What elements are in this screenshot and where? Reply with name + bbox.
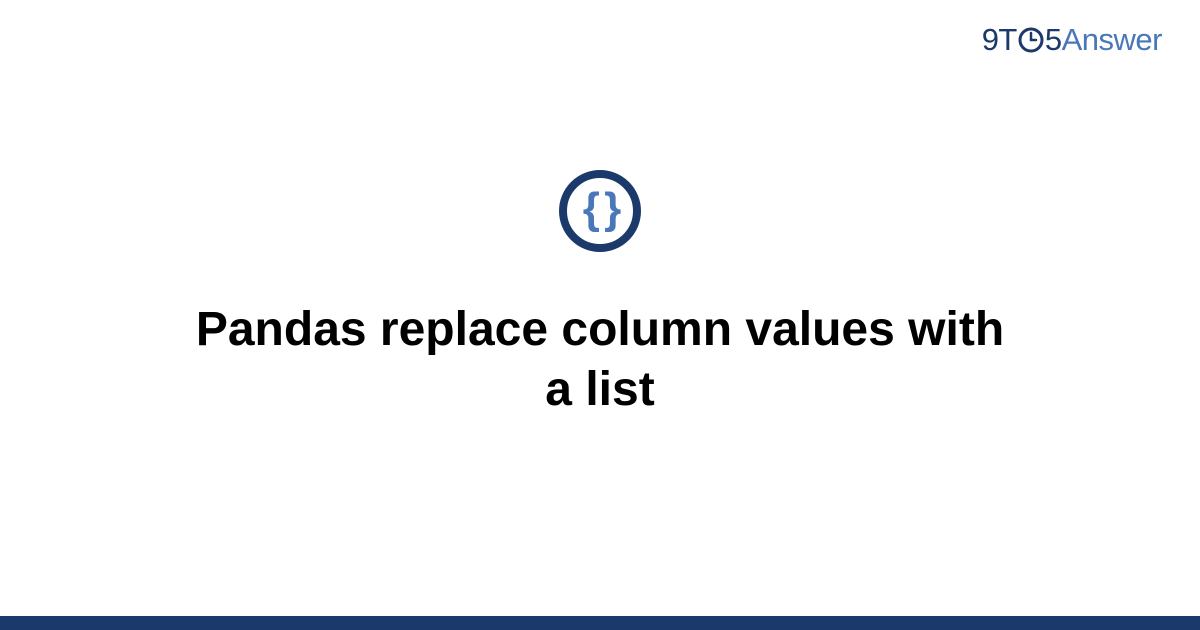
braces-glyph: { } — [583, 187, 617, 231]
footer-accent-bar — [0, 616, 1200, 630]
main-content: { } Pandas replace column values with a … — [0, 0, 1200, 630]
code-braces-icon: { } — [559, 170, 641, 252]
page-title: Pandas replace column values with a list — [150, 300, 1050, 420]
